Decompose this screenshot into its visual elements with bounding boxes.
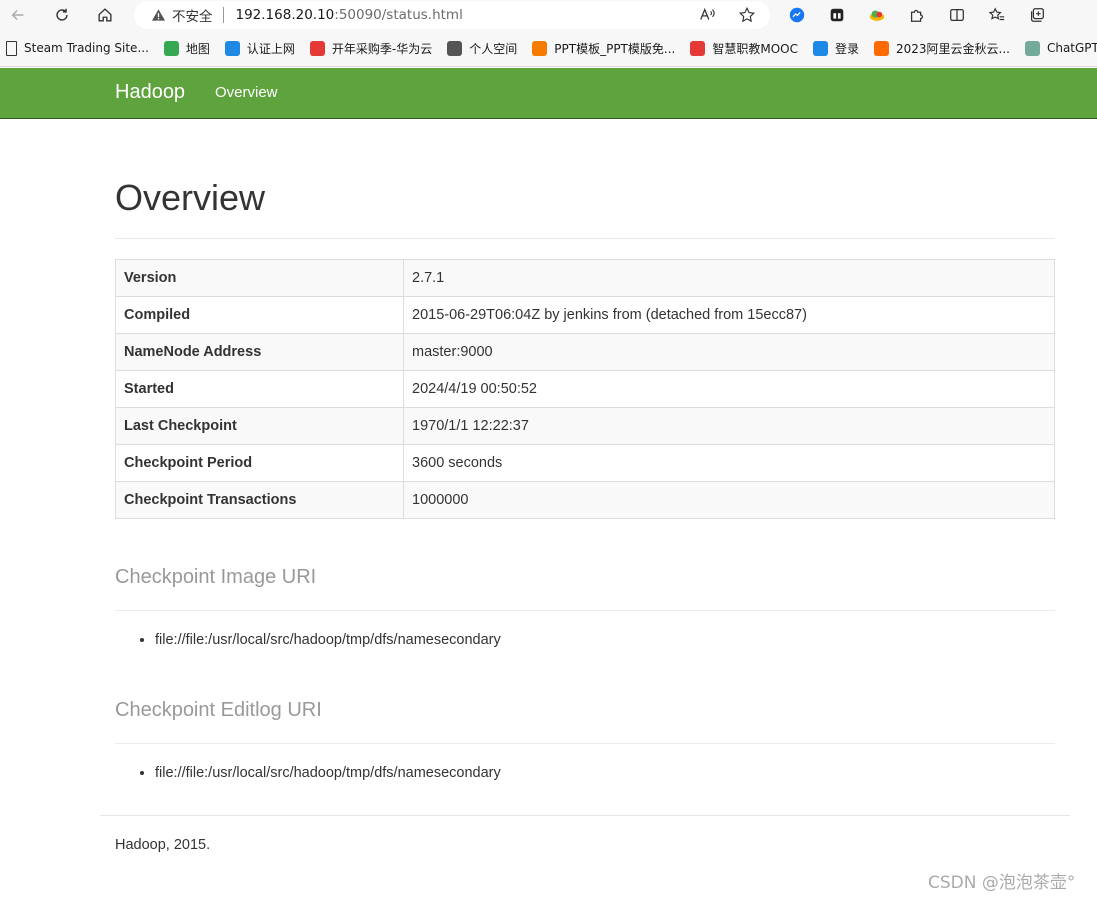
extensions-puzzle-icon[interactable]: [906, 4, 928, 26]
hadoop-navbar: Hadoop Overview: [0, 68, 1097, 119]
url-host: 192.168.20.10: [235, 7, 335, 23]
table-value-cell: 3600 seconds: [403, 444, 1055, 482]
bookmark-item[interactable]: Steam Trading Site...: [6, 40, 149, 56]
list-item: file://file:/usr/local/src/hadoop/tmp/df…: [155, 632, 501, 648]
table-row: Last Checkpoint 1970/1/1 12:22:37: [115, 407, 1055, 445]
checkpoint-editlog-uri-heading: Checkpoint Editlog URI: [115, 699, 322, 721]
home-button[interactable]: [89, 1, 121, 29]
table-value-cell: 2.7.1: [403, 259, 1055, 297]
bookmark-favicon-icon: [532, 40, 548, 56]
overview-table: Version 2.7.1 Compiled 2015-06-29T06:04Z by…: [115, 259, 1055, 519]
checkpoint-image-uri-heading: Checkpoint Image URI: [115, 566, 317, 588]
table-row: Version 2.7.1: [115, 259, 1055, 297]
list-item: file://file:/usr/local/src/hadoop/tmp/df…: [155, 765, 501, 781]
bookmark-item[interactable]: 地图: [163, 40, 210, 57]
bookmark-favicon-icon: [873, 40, 889, 56]
bookmark-item[interactable]: 开年采购季-华为云: [309, 40, 433, 57]
split-screen-icon[interactable]: [946, 4, 968, 26]
page-title: Overview: [115, 177, 266, 218]
bookmark-label: 个人空间: [469, 41, 518, 56]
bookmark-label: 地图: [185, 41, 210, 56]
url-path: :50090/status.html: [334, 7, 463, 23]
read-aloud-icon[interactable]: [698, 6, 716, 28]
extension-icon[interactable]: [826, 4, 848, 26]
bookmark-favicon-icon: [690, 40, 706, 56]
security-label[interactable]: 不安全: [172, 5, 213, 25]
reload-button[interactable]: [46, 1, 78, 29]
table-key-cell: Checkpoint Transactions: [115, 481, 404, 519]
bookmark-favicon-icon: [447, 40, 463, 56]
table-key-cell: Started: [115, 370, 404, 408]
table-key-cell: NameNode Address: [115, 333, 404, 371]
browser-toolbar: 不安全 192.168.20.10:50090/status.html: [0, 0, 1097, 30]
bookmark-item[interactable]: 2023阿里云金秋云...: [873, 40, 1010, 57]
bookmark-item[interactable]: PPT模板_PPT模版免...: [532, 40, 675, 57]
address-bar[interactable]: 不安全 192.168.20.10:50090/status.html: [134, 1, 770, 29]
table-value-cell: master:9000: [403, 333, 1055, 371]
bookmark-item[interactable]: 登录: [812, 40, 859, 57]
table-row: NameNode Address master:9000: [115, 333, 1055, 371]
bookmark-label: PPT模板_PPT模版免...: [554, 41, 676, 56]
table-key-cell: Last Checkpoint: [115, 407, 404, 445]
navbar-brand[interactable]: Hadoop: [115, 81, 185, 104]
editlog-uri-list: file://file:/usr/local/src/hadoop/tmp/df…: [155, 765, 501, 781]
collections-icon[interactable]: [1026, 4, 1048, 26]
title-divider: [115, 238, 1055, 239]
table-row: Compiled 2015-06-29T06:04Z by jenkins fro…: [115, 296, 1055, 334]
table-row: Checkpoint Transactions 1000000: [115, 481, 1055, 519]
table-key-cell: Version: [115, 259, 404, 297]
favorites-list-icon[interactable]: [986, 4, 1008, 26]
bookmark-label: Steam Trading Site...: [24, 41, 149, 55]
warning-icon: [151, 8, 166, 22]
footer-text: Hadoop, 2015.: [115, 837, 211, 853]
table-value-cell: 2024/4/19 00:50:52: [403, 370, 1055, 408]
table-row: Started 2024/4/19 00:50:52: [115, 370, 1055, 408]
nav-overview-link[interactable]: Overview: [215, 84, 278, 101]
bookmark-label: ChatGPT: [1046, 41, 1097, 55]
favorite-star-icon[interactable]: [738, 6, 756, 28]
bookmark-item[interactable]: ChatGPT: [1024, 40, 1097, 56]
editlog-uri-divider: [115, 743, 1055, 744]
bookmark-item[interactable]: 个人空间: [447, 40, 517, 57]
bookmark-item[interactable]: 认证上网: [224, 40, 295, 57]
bookmark-favicon-icon: [1024, 40, 1040, 56]
cloud-extension-icon[interactable]: [866, 4, 888, 26]
bookmarks-bar: Steam Trading Site... 地图 认证上网 开年采购季-华为云 个人空间…: [0, 30, 1097, 67]
back-button[interactable]: [2, 1, 34, 29]
back-arrow-icon: [11, 9, 24, 21]
table-row: Checkpoint Period 3600 seconds: [115, 444, 1055, 482]
bookmark-favicon-icon: [224, 40, 240, 56]
bookmark-favicon-icon: [812, 40, 828, 56]
home-icon: [98, 8, 112, 22]
reload-icon: [56, 8, 68, 21]
image-uri-divider: [115, 610, 1055, 611]
table-key-cell: Checkpoint Period: [115, 444, 404, 482]
bookmark-favicon-icon: [309, 40, 325, 56]
footer-divider: [100, 815, 1070, 816]
page-icon: [6, 40, 17, 56]
messenger-extension-icon[interactable]: [786, 4, 808, 26]
table-value-cell: 1970/1/1 12:22:37: [403, 407, 1055, 445]
image-uri-list: file://file:/usr/local/src/hadoop/tmp/df…: [155, 632, 501, 648]
url-divider: [222, 7, 224, 23]
bookmark-label: 登录: [834, 41, 859, 56]
bookmark-favicon-icon: [163, 40, 179, 56]
bookmark-item[interactable]: 智慧职教MOOC: [690, 40, 798, 57]
csdn-watermark: CSDN @泡泡茶壶°: [928, 873, 1076, 893]
bookmark-label: 开年采购季-华为云: [331, 41, 433, 56]
table-value-cell: 2015-06-29T06:04Z by jenkins from (detac…: [403, 296, 1055, 334]
table-value-cell: 1000000: [403, 481, 1055, 519]
bookmark-label: 智慧职教MOOC: [712, 41, 798, 56]
bookmark-label: 2023阿里云金秋云...: [895, 41, 1010, 56]
bookmark-label: 认证上网: [246, 41, 295, 56]
table-key-cell: Compiled: [115, 296, 404, 334]
